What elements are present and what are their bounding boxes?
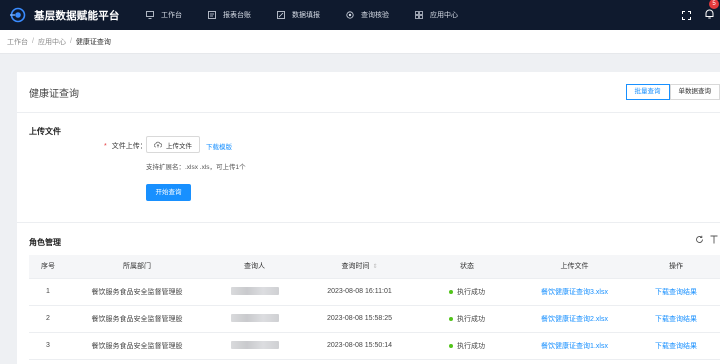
- cell-dept: 餐饮服务食品安全监督管理股: [67, 278, 207, 306]
- table-row: 1 餐饮服务食品安全监督管理股 2023-08-08 16:11:01 执行成功…: [29, 278, 720, 306]
- app-grid-icon: [415, 11, 423, 19]
- cell-status: 执行成功: [417, 305, 517, 333]
- col-header-dept: 所属部门: [67, 255, 207, 279]
- breadcrumb-separator: /: [69, 38, 72, 45]
- sort-icon[interactable]: ⇕: [372, 264, 377, 270]
- col-header-user: 查询人: [207, 255, 302, 279]
- status-dot: [449, 316, 453, 321]
- status-dot: [449, 343, 453, 348]
- query-verify-icon: [346, 11, 354, 19]
- nav-item-label: 工作台: [161, 12, 182, 19]
- cell-action[interactable]: 下载查询结果: [632, 305, 720, 333]
- breadcrumb-item-workbench[interactable]: 工作台: [7, 37, 28, 47]
- redacted-user: [230, 340, 279, 349]
- main-panel: 健康证查询 批量查询 单数据查询 上传文件 * 文件上传： 上传文件 下载模版 支…: [17, 72, 720, 364]
- nav-item-data-fill[interactable]: 数据填报: [277, 10, 320, 20]
- col-header-time[interactable]: 查询时间 ⇕: [302, 255, 417, 279]
- upload-file-label: 上传文件: [166, 142, 192, 150]
- main-nav: 工作台 报表台账 数据填报 查询核验 应用中心: [146, 10, 484, 20]
- cloud-upload-icon: [154, 141, 162, 148]
- col-header-action: 操作: [632, 255, 720, 279]
- download-template-link[interactable]: 下载模版: [206, 141, 232, 151]
- table-header-row: 序号 所属部门 查询人 查询时间 ⇕ 状态 上传文件 操作: [29, 255, 720, 279]
- column-settings-icon[interactable]: [710, 235, 718, 244]
- breadcrumb-item-app-center[interactable]: 应用中心: [38, 37, 66, 47]
- section-divider: [17, 222, 720, 223]
- nav-item-label: 应用中心: [430, 12, 458, 19]
- start-query-button[interactable]: 开始查询: [146, 184, 191, 201]
- cell-action[interactable]: 下载查询结果: [632, 278, 720, 306]
- nav-item-query-verify[interactable]: 查询核验: [346, 10, 389, 20]
- nav-item-label: 报表台账: [223, 12, 251, 19]
- cell-user: [207, 305, 302, 333]
- roles-section-title: 角色管理: [29, 238, 61, 247]
- upload-file-button[interactable]: 上传文件: [146, 136, 200, 153]
- cell-time: 2023-08-08 15:50:14: [302, 332, 417, 360]
- cell-time: 2023-08-08 15:58:25: [302, 305, 417, 333]
- cell-dept: 餐饮服务食品安全监督管理股: [67, 305, 207, 333]
- download-result-link[interactable]: 下载查询结果: [655, 316, 697, 323]
- file-upload-label: * 文件上传：: [104, 143, 147, 150]
- nav-item-workbench[interactable]: 工作台: [146, 10, 182, 20]
- nav-item-label: 查询核验: [361, 12, 389, 19]
- query-records-table: 序号 所属部门 查询人 查询时间 ⇕ 状态 上传文件 操作 1 餐饮服务食品安全监…: [29, 255, 720, 360]
- fill-data-icon: [277, 11, 285, 19]
- cell-index: 3: [29, 332, 67, 360]
- redacted-user: [230, 286, 279, 295]
- monitor-icon: [146, 11, 154, 19]
- header-actions: 5: [682, 0, 720, 30]
- nav-item-app-center[interactable]: 应用中心: [415, 10, 458, 20]
- notification-badge: 5: [709, 0, 719, 9]
- upload-hint: 支持扩展名：.xlsx .xls，可上传1个: [146, 164, 246, 171]
- cell-status: 执行成功: [417, 332, 517, 360]
- upload-section-title: 上传文件: [29, 127, 61, 136]
- status-dot: [449, 289, 453, 294]
- download-result-link[interactable]: 下载查询结果: [655, 289, 697, 296]
- app-logo[interactable]: 基层数据赋能平台: [10, 7, 140, 23]
- refresh-icon[interactable]: [695, 235, 704, 244]
- redacted-user: [230, 313, 279, 322]
- file-link[interactable]: 餐饮健康证查询3.xlsx: [541, 289, 608, 296]
- cell-dept: 餐饮服务食品安全监督管理股: [67, 332, 207, 360]
- query-mode-switch: 批量查询 单数据查询: [625, 84, 720, 100]
- download-result-link[interactable]: 下载查询结果: [655, 343, 697, 350]
- cell-user: [207, 332, 302, 360]
- report-icon: [208, 11, 216, 19]
- notification-button[interactable]: 5: [705, 0, 719, 24]
- table-row: 2 餐饮服务食品安全监督管理股 2023-08-08 15:58:25 执行成功…: [29, 305, 720, 333]
- cell-user: [207, 278, 302, 306]
- table-row: 3 餐饮服务食品安全监督管理股 2023-08-08 15:50:14 执行成功…: [29, 332, 720, 360]
- breadcrumb-separator: /: [32, 38, 34, 45]
- cell-action[interactable]: 下载查询结果: [632, 332, 720, 360]
- col-header-status: 状态: [417, 255, 517, 279]
- nav-item-reports[interactable]: 报表台账: [208, 10, 251, 20]
- breadcrumb: 工作台 / 应用中心 / 健康证查询: [0, 30, 720, 54]
- cell-index: 2: [29, 305, 67, 333]
- batch-query-tab[interactable]: 批量查询: [625, 84, 670, 100]
- bell-icon: [705, 9, 714, 19]
- cell-status: 执行成功: [417, 278, 517, 306]
- nav-item-label: 数据填报: [292, 12, 320, 19]
- logo-icon: [10, 7, 26, 23]
- cell-index: 1: [29, 278, 67, 306]
- app-title: 基层数据赋能平台: [34, 9, 120, 22]
- required-mark: *: [104, 143, 107, 150]
- cell-file[interactable]: 餐饮健康证查询3.xlsx: [517, 278, 632, 306]
- single-query-tab[interactable]: 单数据查询: [669, 84, 720, 100]
- file-link[interactable]: 餐饮健康证查询2.xlsx: [541, 316, 608, 323]
- table-tools: [695, 235, 718, 244]
- page-title: 健康证查询: [29, 88, 79, 100]
- fullscreen-icon[interactable]: [682, 10, 691, 20]
- col-header-file: 上传文件: [517, 255, 632, 279]
- top-navbar: 基层数据赋能平台 工作台 报表台账 数据填报 查询核验 应用中心 5: [0, 0, 720, 30]
- breadcrumb-item-current: 健康证查询: [75, 38, 111, 46]
- file-link[interactable]: 餐饮健康证查询1.xlsx: [541, 343, 608, 350]
- col-header-index: 序号: [29, 255, 67, 279]
- cell-file[interactable]: 餐饮健康证查询2.xlsx: [517, 305, 632, 333]
- cell-time: 2023-08-08 16:11:01: [302, 278, 417, 306]
- cell-file[interactable]: 餐饮健康证查询1.xlsx: [517, 332, 632, 360]
- panel-header: 健康证查询 批量查询 单数据查询: [17, 72, 720, 113]
